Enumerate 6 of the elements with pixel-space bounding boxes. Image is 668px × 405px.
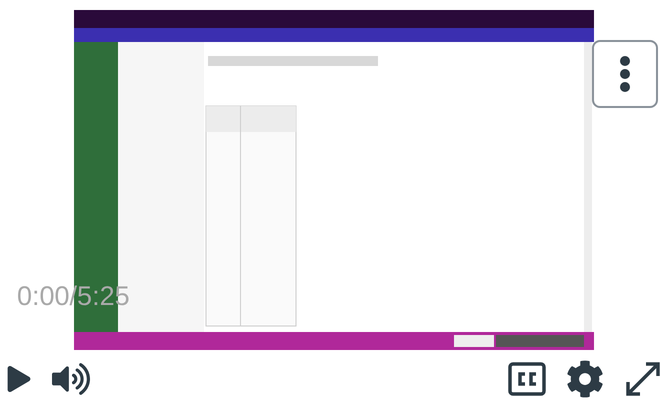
menu-icon bbox=[619, 55, 631, 93]
settings-button[interactable] bbox=[566, 360, 604, 398]
play-button[interactable] bbox=[6, 366, 32, 392]
menu-button[interactable] bbox=[592, 40, 658, 108]
captions-button[interactable] bbox=[508, 360, 546, 398]
fullscreen-button[interactable] bbox=[624, 360, 662, 398]
